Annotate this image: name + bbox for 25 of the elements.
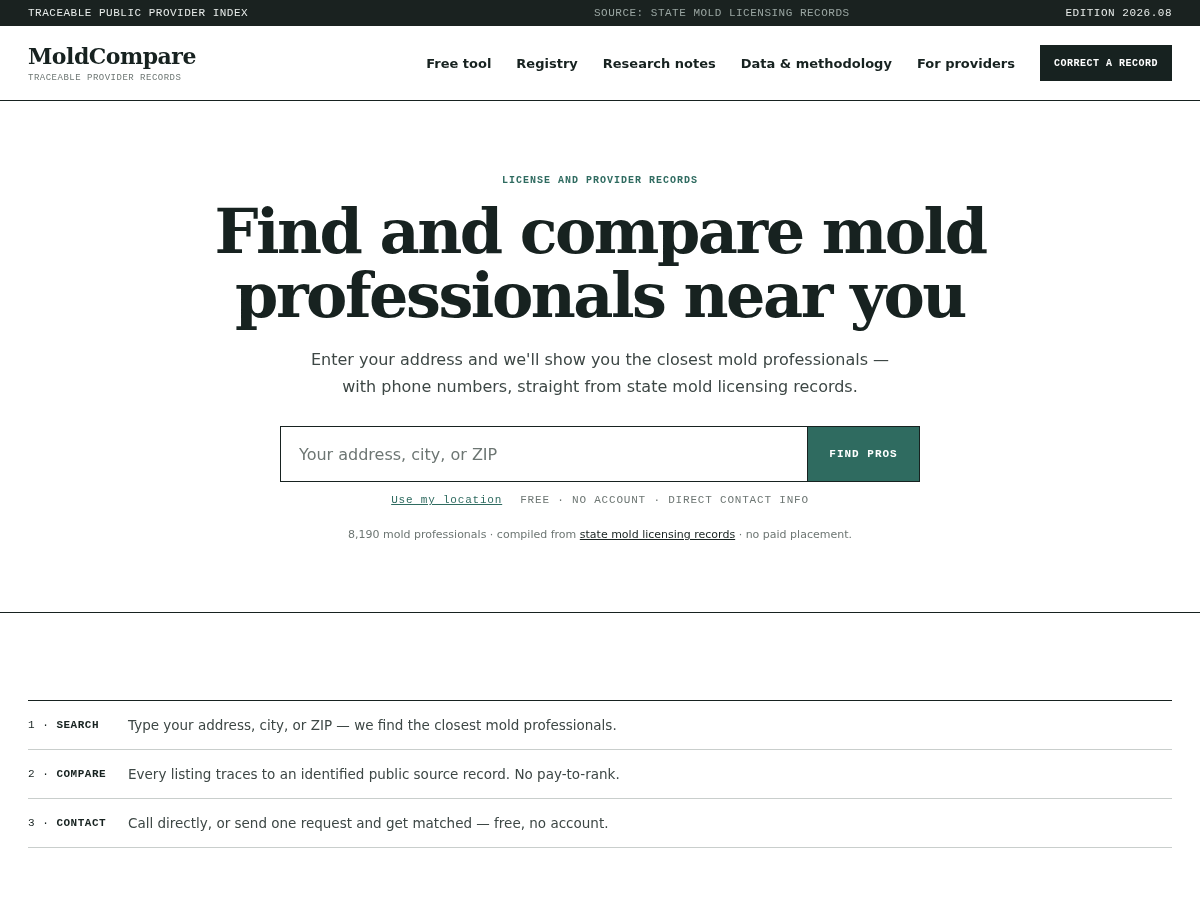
step-text: Call directly, or send one request and get matched — free, no account.	[128, 815, 609, 831]
step-text: Every listing traces to an identified public source record. No pay-to-rank.	[128, 766, 620, 782]
nav-link[interactable]: For providers	[916, 55, 1015, 71]
records-note: 8,190 mold professionals · compiled from state mold licensing records · no paid placement.	[348, 528, 852, 541]
tagline: TRACEABLE PROVIDER RECORDS	[28, 73, 183, 83]
find-pros-button[interactable]: FIND PROS	[807, 426, 920, 482]
nav-link[interactable]: Data & methodology	[740, 55, 892, 71]
nav-link[interactable]: Research notes	[602, 55, 716, 71]
hero-subtitle: Enter your address and we'll show you the closest mold professionals — with phone numbers, straight from state mold licensing records.	[309, 349, 891, 398]
correct-record-button[interactable]: CORRECT A RECORD	[1040, 45, 1172, 81]
source-text: SOURCE: STATE MOLD LICENSING RECORDS	[594, 7, 850, 19]
perks-text: FREE · NO ACCOUNT · DIRECT CONTACT INFO	[520, 494, 809, 506]
use-location-link[interactable]: Use my location	[391, 494, 503, 506]
eyebrow-text: LICENSE AND PROVIDER RECORDS	[502, 175, 698, 186]
top-bar-text: TRACEABLE PUBLIC PROVIDER INDEX	[28, 7, 249, 19]
nav-link[interactable]: Free tool	[426, 55, 492, 71]
logo-text: MoldCompare	[28, 43, 196, 69]
step-label: 1 · SEARCH	[28, 719, 100, 731]
address-field[interactable]: Your address, city, or ZIP	[280, 426, 807, 482]
step-label: 2 · COMPARE	[28, 768, 108, 780]
source-link[interactable]: state mold licensing records	[579, 528, 736, 541]
nav-link[interactable]: Registry	[516, 55, 578, 71]
edition-text: EDITION 2026.08	[1065, 7, 1172, 19]
step-label: 3 · CONTACT	[28, 817, 108, 829]
step-text: Type your address, city, or ZIP — we find the closest mold professionals.	[128, 717, 617, 733]
